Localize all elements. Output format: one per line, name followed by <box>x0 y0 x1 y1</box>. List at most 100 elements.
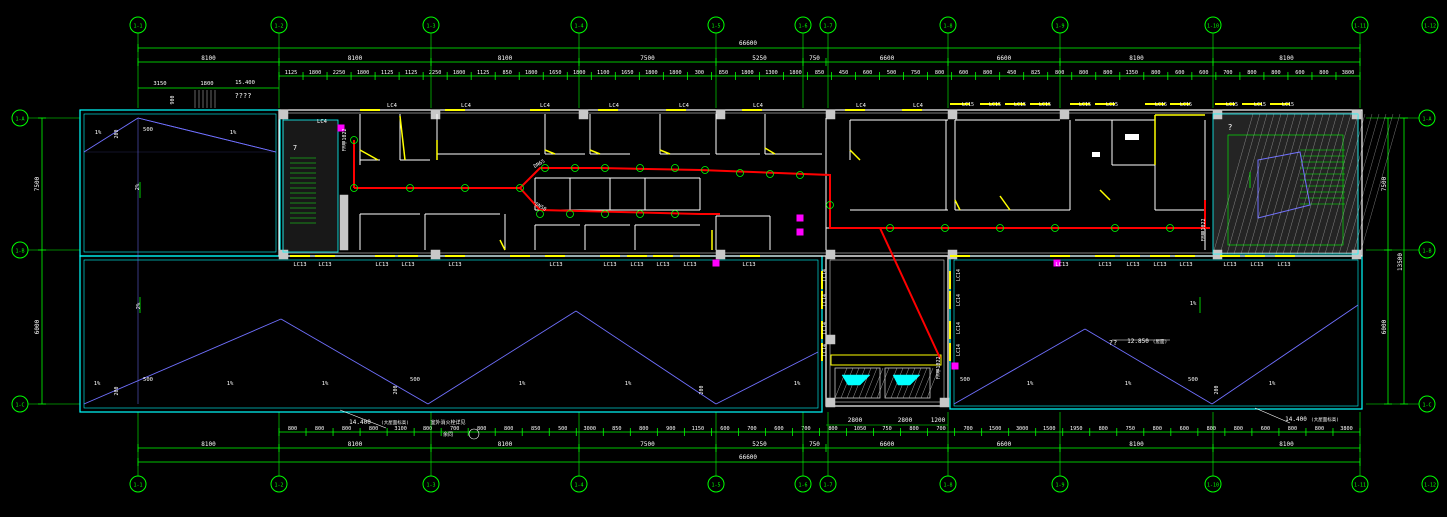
annotation: 2% <box>136 302 142 309</box>
dim-text: 600 <box>1199 70 1208 76</box>
axis-tag: 1-B <box>15 249 24 255</box>
hatch-line <box>834 367 848 399</box>
axis-tag: 1-1 <box>133 483 142 489</box>
roof-area-bottom-right-inner <box>953 259 1359 407</box>
dim-text: 3100 <box>394 426 407 432</box>
annotation: 1% <box>519 381 526 387</box>
dim-text: 800 <box>639 426 648 432</box>
annotation: LC15 <box>1106 102 1118 108</box>
dim-text: 300 <box>695 70 704 76</box>
annotation: 500 <box>143 377 153 383</box>
dim-text: 1500 <box>989 426 1002 432</box>
annotation: 1% <box>1125 381 1132 387</box>
dim-text: 800 <box>288 426 297 432</box>
tag-marker <box>712 259 720 267</box>
main-building-wall <box>278 109 1363 257</box>
annotation: LC13 <box>1250 262 1263 268</box>
axis-tag: 1-5 <box>711 24 720 30</box>
annotation: 1% <box>1027 381 1034 387</box>
roof-ridge <box>83 117 139 153</box>
column <box>825 334 836 345</box>
door-accent <box>359 149 379 161</box>
dim-text: 800 <box>1103 70 1112 76</box>
hatch-line <box>920 367 934 399</box>
annotation: LC4 <box>856 103 867 109</box>
roof-ridge <box>427 310 577 405</box>
dim-text: 1300 <box>765 70 778 76</box>
dim-text: 8100 <box>1129 441 1144 448</box>
dim-text: 8100 <box>348 55 363 62</box>
annotation: 1% <box>230 130 237 136</box>
hatch-line <box>870 367 884 399</box>
dim-text: 2250 <box>333 70 346 76</box>
dim-text: 800 <box>1247 70 1256 76</box>
axis-tag: 1-2 <box>274 483 283 489</box>
dim-text: 1125 <box>285 70 298 76</box>
column <box>1059 109 1070 120</box>
dim-overall: 66600 <box>739 454 757 461</box>
axis-tag: 1-4 <box>574 483 583 489</box>
annotation: LC13 <box>1223 262 1236 268</box>
column <box>825 109 836 120</box>
dim-text: 3000 <box>584 426 597 432</box>
dim-text: 6600 <box>997 441 1012 448</box>
annotation: LC14 <box>822 322 828 334</box>
annotation: 7 <box>293 144 297 152</box>
roof-area-bottom-left <box>79 255 823 413</box>
dim-text: 800 <box>1151 70 1160 76</box>
column <box>939 397 950 408</box>
annotation: LC4 <box>679 103 690 109</box>
dim-overall: 66600 <box>739 40 757 47</box>
dim-text: 1800 <box>789 70 802 76</box>
dim-text: 600 <box>863 70 872 76</box>
dim-text: 600 <box>1180 426 1189 432</box>
annotation: LC14 <box>822 294 828 306</box>
annotation: ? <box>1228 123 1233 132</box>
axis-tag: 1-8 <box>943 483 952 489</box>
dim-text: 800 <box>1315 426 1324 432</box>
axis-tag: 1-A <box>1422 117 1431 123</box>
annotation: 14.400 <box>1285 416 1307 423</box>
annotation: 1% <box>1190 301 1197 307</box>
door-accent <box>999 195 1011 211</box>
dim-text: 800 <box>315 426 324 432</box>
dim-text: 1950 <box>1070 426 1083 432</box>
annotation: 14.400 <box>349 419 371 426</box>
door-accent <box>499 239 506 251</box>
dim-text: 6000 <box>1381 319 1388 334</box>
annotation: 200 <box>114 129 120 138</box>
dim-text: 6600 <box>880 441 895 448</box>
annotation: LC14 <box>956 344 962 356</box>
dim-text: 800 <box>909 426 918 432</box>
annotation: LC4 <box>913 103 924 109</box>
dim-text: 800 <box>342 426 351 432</box>
dim-text: 1050 <box>854 426 867 432</box>
dim-text: 1800 <box>645 70 658 76</box>
annotation: LC4 <box>317 119 328 125</box>
axis-tag: 1-3 <box>426 483 435 489</box>
dim-text: 800 <box>1234 426 1243 432</box>
annotation: LC15 <box>1014 102 1026 108</box>
axis-tag: 1-5 <box>711 483 720 489</box>
dim-text: 1350 <box>1126 70 1139 76</box>
axis-tag: 1-1 <box>133 24 142 30</box>
equipment <box>1092 152 1100 157</box>
dim-text: 600 <box>959 70 968 76</box>
dim-text: 1650 <box>549 70 562 76</box>
annotation: LC15 <box>1155 102 1167 108</box>
column <box>578 109 589 120</box>
annotation: 500 <box>1188 377 1198 383</box>
roof-slope-lines <box>83 117 1359 405</box>
annotation: LC13 <box>630 262 643 268</box>
dim-text: 600 <box>720 426 729 432</box>
annotation: 余同 <box>443 431 453 438</box>
door-accent <box>849 149 861 161</box>
axis-tag: 1-9 <box>1055 483 1064 489</box>
roof-area-bottom-right <box>949 255 1363 410</box>
annotation: LC14 <box>822 344 828 356</box>
axis-tag: 1-B <box>1422 249 1431 255</box>
annotation: LC13 <box>401 262 414 268</box>
dim-text: 450 <box>839 70 848 76</box>
tank-icon <box>841 374 871 386</box>
dim-text: 1125 <box>381 70 394 76</box>
